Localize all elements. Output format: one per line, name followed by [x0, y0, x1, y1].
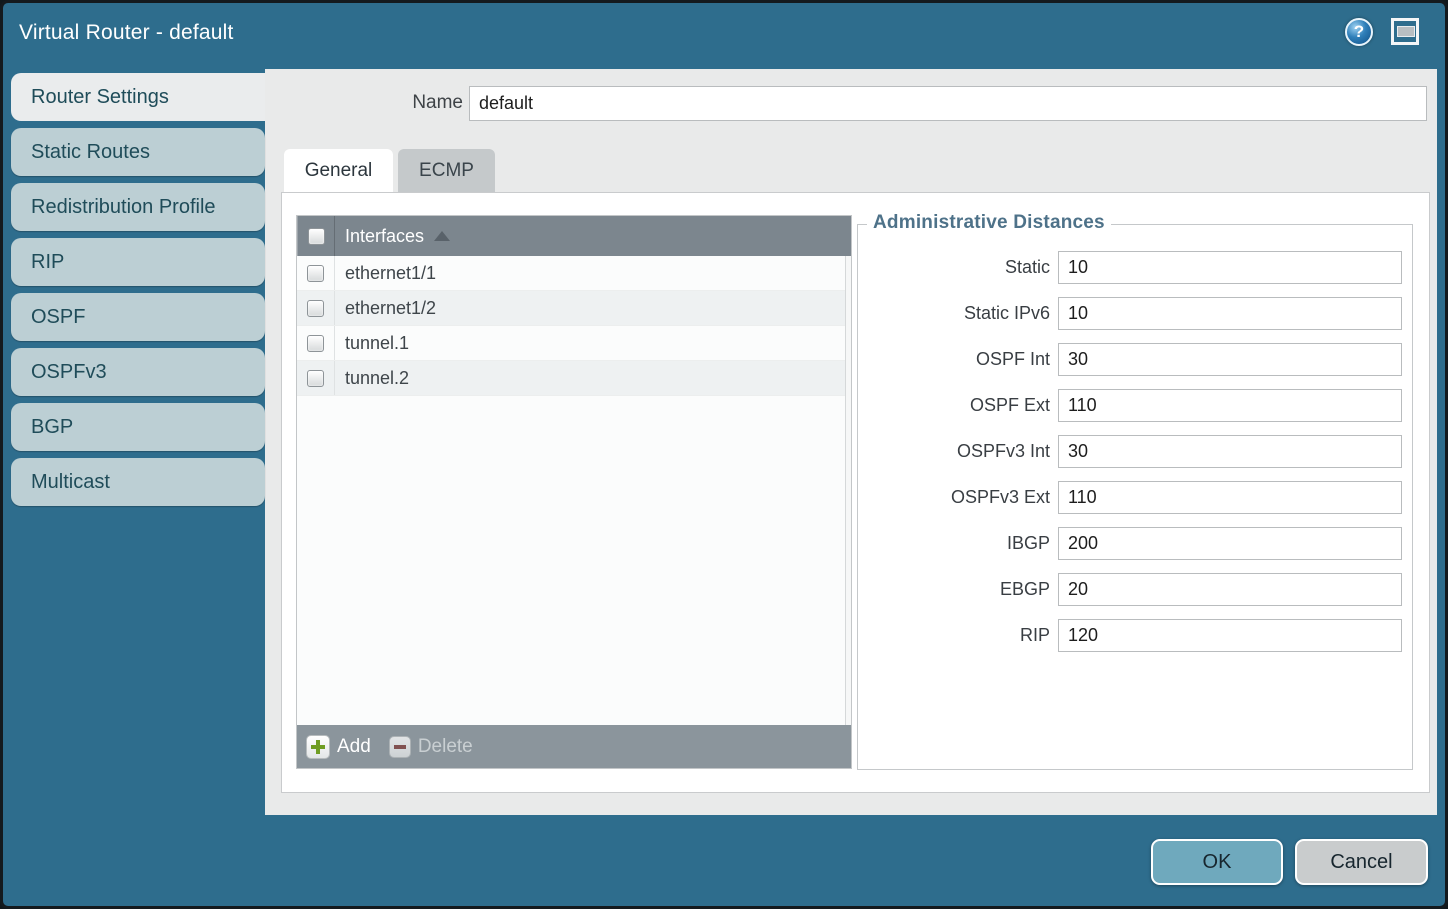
sidebar-item-rip[interactable]: RIP [11, 238, 265, 286]
table-row[interactable]: tunnel.1 [297, 326, 851, 361]
static-label: Static [858, 257, 1050, 278]
interface-name: ethernet1/1 [345, 263, 436, 284]
row-checkbox[interactable] [307, 265, 324, 282]
ospfv3-int-label: OSPFv3 Int [858, 441, 1050, 462]
field-row-ospf-ext: OSPF Ext [858, 389, 1412, 422]
table-row[interactable]: tunnel.2 [297, 361, 851, 396]
delete-icon [389, 736, 411, 758]
sidebar-item-multicast[interactable]: Multicast [11, 458, 265, 506]
ok-button[interactable]: OK [1151, 839, 1283, 885]
table-row[interactable]: ethernet1/2 [297, 291, 851, 326]
field-row-static: Static [858, 251, 1412, 284]
row-checkbox[interactable] [307, 300, 324, 317]
rip-label: RIP [858, 625, 1050, 646]
ebgp-input[interactable] [1058, 573, 1402, 606]
name-label: Name [343, 92, 463, 114]
help-icon[interactable]: ? [1345, 18, 1373, 46]
select-all-cell [297, 216, 335, 256]
virtual-router-dialog: Virtual Router - default ? Router Settin… [0, 0, 1448, 909]
add-button[interactable]: Add [337, 736, 371, 758]
ospfv3-ext-input[interactable] [1058, 481, 1402, 514]
interface-name: tunnel.1 [345, 333, 409, 354]
row-checkbox-cell [297, 326, 335, 360]
row-checkbox[interactable] [307, 335, 324, 352]
dialog-title: Virtual Router - default [19, 21, 234, 45]
field-row-ospf-int: OSPF Int [858, 343, 1412, 376]
name-input[interactable] [469, 86, 1427, 121]
table-scrollbar[interactable] [845, 256, 851, 725]
select-all-checkbox[interactable] [308, 228, 325, 245]
field-row-ospfv3-int: OSPFv3 Int [858, 435, 1412, 468]
row-checkbox-cell [297, 291, 335, 325]
field-row-ospfv3-ext: OSPFv3 Ext [858, 481, 1412, 514]
static-ipv6-input[interactable] [1058, 297, 1402, 330]
interfaces-table: Interfaces ethernet1/1 ethernet1/2 tunne… [296, 215, 852, 769]
static-input[interactable] [1058, 251, 1402, 284]
ospfv3-ext-label: OSPFv3 Ext [858, 487, 1050, 508]
sidebar-item-ospf[interactable]: OSPF [11, 293, 265, 341]
sidebar-item-bgp[interactable]: BGP [11, 403, 265, 451]
sidebar-item-router-settings[interactable]: Router Settings [11, 73, 265, 121]
ospf-int-input[interactable] [1058, 343, 1402, 376]
general-tab-content: Interfaces ethernet1/1 ethernet1/2 tunne… [281, 192, 1430, 793]
field-row-ebgp: EBGP [858, 573, 1412, 606]
sidebar-item-static-routes[interactable]: Static Routes [11, 128, 265, 176]
tab-general[interactable]: General [284, 149, 393, 192]
row-checkbox-cell [297, 361, 335, 395]
window-restore-icon[interactable] [1391, 18, 1419, 45]
delete-button: Delete [418, 736, 473, 758]
titlebar: Virtual Router - default ? [3, 3, 1445, 69]
ospf-int-label: OSPF Int [858, 349, 1050, 370]
ibgp-input[interactable] [1058, 527, 1402, 560]
interface-name: tunnel.2 [345, 368, 409, 389]
tab-ecmp[interactable]: ECMP [398, 149, 495, 192]
ospfv3-int-input[interactable] [1058, 435, 1402, 468]
add-icon[interactable] [306, 735, 330, 759]
sort-ascending-icon[interactable] [434, 231, 450, 241]
interface-name: ethernet1/2 [345, 298, 436, 319]
interfaces-table-body: ethernet1/1 ethernet1/2 tunnel.1 tunnel.… [297, 256, 851, 725]
interfaces-table-footer: Add Delete [297, 725, 851, 768]
ospf-ext-label: OSPF Ext [858, 395, 1050, 416]
sidebar: Router Settings Static Routes Redistribu… [11, 73, 265, 513]
ebgp-label: EBGP [858, 579, 1050, 600]
rip-input[interactable] [1058, 619, 1402, 652]
row-checkbox[interactable] [307, 370, 324, 387]
field-row-rip: RIP [858, 619, 1412, 652]
fieldset-legend: Administrative Distances [867, 212, 1111, 234]
ibgp-label: IBGP [858, 533, 1050, 554]
cancel-button[interactable]: Cancel [1295, 839, 1428, 885]
sidebar-item-ospfv3[interactable]: OSPFv3 [11, 348, 265, 396]
table-row[interactable]: ethernet1/1 [297, 256, 851, 291]
admin-distance-fields: Static Static IPv6 OSPF Int OSPF Ext OSP… [858, 251, 1412, 665]
interfaces-column-header[interactable]: Interfaces [345, 226, 424, 247]
ospf-ext-input[interactable] [1058, 389, 1402, 422]
field-row-static-ipv6: Static IPv6 [858, 297, 1412, 330]
administrative-distances-fieldset: Administrative Distances Static Static I… [857, 224, 1413, 770]
static-ipv6-label: Static IPv6 [858, 303, 1050, 324]
row-checkbox-cell [297, 256, 335, 290]
sidebar-item-redistribution-profile[interactable]: Redistribution Profile [11, 183, 265, 231]
field-row-ibgp: IBGP [858, 527, 1412, 560]
interfaces-table-header: Interfaces [297, 216, 851, 256]
